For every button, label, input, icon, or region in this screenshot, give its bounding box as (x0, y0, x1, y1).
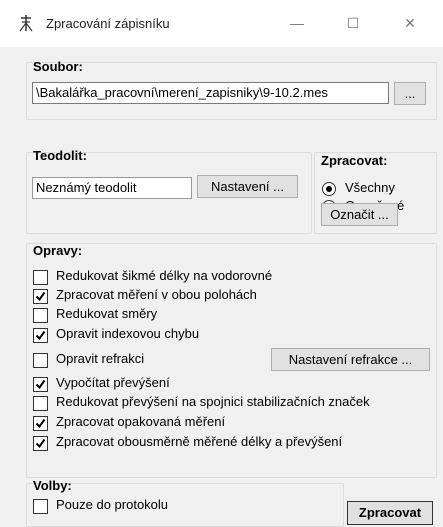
app-icon (19, 15, 33, 32)
zpracovat-title: Zpracovat: (321, 153, 388, 168)
checkmark-icon (35, 438, 46, 449)
checkbox-height-diff[interactable] (33, 377, 48, 392)
theodolite-settings-button[interactable]: Nastavení ... (197, 175, 298, 198)
checkbox-reduce-height-diff[interactable] (33, 396, 48, 411)
minimize-button[interactable]: — (277, 10, 317, 36)
radio-vsechny-label: Všechny (345, 180, 395, 195)
checkmark-icon (35, 330, 46, 341)
checkbox-protocol-only-label: Pouze do protokolu (56, 497, 169, 512)
browse-button[interactable]: ... (394, 82, 426, 105)
checkbox-height-diff-label: Vypočítat převýšení (56, 375, 170, 390)
checkbox-refraction-label: Opravit refrakci (56, 351, 145, 366)
theodolite-field[interactable]: Neznámý teodolit (32, 177, 192, 199)
checkmark-icon (35, 418, 46, 429)
file-path-field[interactable]: \Bakalářka_pracovní\merení_zapisniky\9-1… (32, 82, 389, 104)
checkbox-bidirectional[interactable] (33, 436, 48, 451)
mark-button[interactable]: Označit ... (321, 203, 398, 226)
process-button[interactable]: Zpracovat (347, 501, 433, 525)
checkbox-protocol-only[interactable] (33, 499, 48, 514)
window-title: Zpracování zápisníku (46, 16, 170, 31)
checkmark-icon (35, 291, 46, 302)
checkbox-reduce-slope-label: Redukovat šikmé délky na vodorovné (56, 268, 273, 283)
checkbox-reduce-height-diff-label: Redukovat převýšení na spojnici stabiliz… (56, 394, 370, 409)
opravy-title: Opravy: (33, 243, 83, 258)
checkbox-index-error-label: Opravit indexovou chybu (56, 326, 200, 341)
radio-selected-dot (326, 186, 332, 192)
maximize-button[interactable]: ☐ (333, 10, 373, 36)
checkbox-bidirectional-label: Zpracovat obousměrně měřené délky a přev… (56, 434, 343, 449)
close-button[interactable]: ✕ (390, 10, 430, 36)
checkbox-reduce-directions-label: Redukovat směry (56, 306, 158, 321)
checkbox-index-error[interactable] (33, 328, 48, 343)
soubor-title: Soubor: (33, 59, 83, 74)
radio-vsechny[interactable] (322, 182, 336, 196)
volby-title: Volby: (33, 478, 72, 493)
checkbox-refraction[interactable] (33, 353, 48, 368)
checkmark-icon (35, 379, 46, 390)
checkbox-repeated-label: Zpracovat opakovaná měření (56, 414, 226, 429)
checkbox-reduce-slope[interactable] (33, 270, 48, 285)
checkbox-both-positions[interactable] (33, 289, 48, 304)
title-bar: Zpracování zápisníku — ☐ ✕ (0, 0, 443, 47)
file-path-text: \Bakalářka_pracovní\merení_zapisniky\9-1… (36, 85, 328, 100)
teodolit-title: Teodolit: (33, 148, 87, 163)
checkbox-reduce-directions[interactable] (33, 308, 48, 323)
checkbox-both-positions-label: Zpracovat měření v obou polohách (56, 287, 257, 302)
refraction-settings-button[interactable]: Nastavení refrakce ... (271, 348, 430, 371)
checkbox-repeated[interactable] (33, 416, 48, 431)
